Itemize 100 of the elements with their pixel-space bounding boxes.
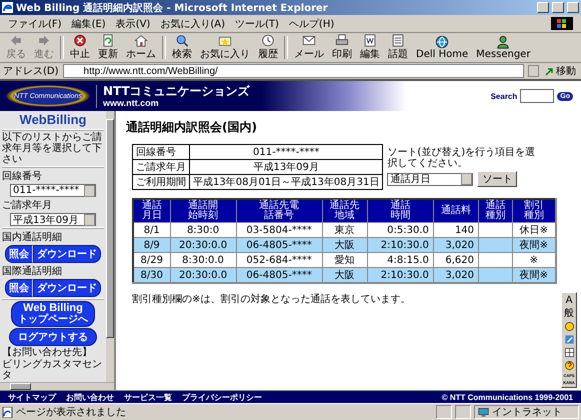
menu-item[interactable]: ツール(T) [235, 16, 279, 30]
table-cell: 大阪 [322, 238, 368, 252]
toolbar-button[interactable]: 編集 [356, 34, 384, 61]
toolbar-button[interactable]: 履歴 [254, 34, 282, 61]
column-header: 通話時間 [367, 199, 434, 222]
toolbar-button[interactable]: ホーム [122, 34, 160, 61]
brand-name: NTTコミュニケーションズ [103, 84, 250, 98]
table-cell: 06-4805-**** [236, 238, 322, 252]
menu-item[interactable]: お気に入り(A) [160, 16, 225, 30]
clock-icon [261, 34, 275, 47]
address-field[interactable]: http://www.ntt.com/WebBilling/ [62, 64, 524, 78]
search-icon [175, 34, 189, 47]
info-value: 011-****-**** [190, 144, 383, 160]
page-title: 通話明細内訳照会(国内) [126, 119, 258, 136]
section-label: 国内通話明細 [2, 230, 63, 244]
status-panel [455, 405, 471, 419]
stop-icon [73, 34, 87, 47]
section-label: 国際通話明細 [2, 264, 63, 278]
pencil-icon[interactable] [564, 334, 574, 345]
toolbar-button[interactable]: メール [290, 34, 328, 61]
right-arrow-icon [37, 34, 51, 47]
column-header: 通話開始時刻 [170, 199, 236, 222]
sort-select[interactable]: 通話月日 [387, 172, 474, 186]
status-text: ページが表示されました [16, 406, 127, 419]
browser-icon [2, 2, 13, 13]
table-cell: 3,020 [433, 268, 479, 283]
footer-link[interactable]: お問い合わせ [66, 392, 114, 402]
info-label: 回線番号 [132, 144, 190, 160]
field-label: 回線番号 [2, 170, 43, 183]
arrow-icon [545, 66, 554, 76]
table-cell: 8/9 [133, 238, 170, 252]
person-icon [496, 35, 510, 49]
table-cell: 8/30 [133, 268, 170, 283]
table-cell: 06-4805-**** [236, 268, 322, 283]
sort-button[interactable]: ソート [477, 171, 518, 187]
minimize-button[interactable] [537, 2, 549, 13]
refresh-icon [101, 34, 115, 47]
toolbar-button[interactable]: Messenger [472, 34, 534, 61]
go-button[interactable]: 移動 [543, 64, 578, 78]
menu-item[interactable]: ヘルプ(H) [288, 16, 334, 30]
printer-icon [335, 34, 349, 47]
instruction-text: 以下のリストからご請求年月等を選択して下さい [2, 132, 103, 165]
download-button[interactable]: ダウンロード [33, 245, 101, 263]
product-logo: WebBilling [20, 112, 86, 128]
contact-text: ビリングカスタマセンタ [2, 359, 103, 381]
window-title: Web Billing 通話明細内訳照会 - Microsoft Internet Explorer [16, 2, 329, 14]
toolbar-button[interactable]: 中止 [66, 34, 94, 61]
table-cell [478, 268, 512, 283]
column-header: 通話先地域 [322, 199, 368, 222]
info-label: ご利用期間 [132, 174, 190, 190]
help-icon[interactable] [564, 360, 574, 371]
windows-logo-icon [551, 17, 573, 30]
download-button[interactable]: ダウンロード [33, 279, 101, 297]
info-label: ご請求年月 [132, 160, 190, 174]
view-button[interactable]: 照会 [5, 245, 33, 263]
toolbar-button[interactable]: 検索 [168, 34, 196, 61]
table-cell: 20:30:0.0 [170, 268, 236, 283]
footer-link[interactable]: サイトマップ [8, 392, 56, 402]
table-cell: 夜間※ [512, 238, 556, 252]
table-cell: 大阪 [322, 268, 368, 283]
top-page-button[interactable]: Web Billing トップページへ [11, 301, 95, 327]
document-icon [363, 34, 377, 47]
footer-link[interactable]: プライバシーポリシー [182, 392, 262, 402]
column-header: 通話先電話番号 [236, 199, 322, 222]
toolbar-button[interactable]: Dell Home [412, 34, 472, 61]
menu-item[interactable]: 表示(V) [116, 16, 150, 30]
menu-item[interactable]: 編集(E) [72, 16, 106, 30]
table-cell: 夜間※ [512, 268, 556, 283]
copyright-text: © NTT Communications 1999-2001 [442, 392, 573, 402]
view-button[interactable]: 照会 [5, 279, 33, 297]
toolbar-button[interactable]: お気に入り [196, 34, 254, 61]
search-label: Search [490, 92, 518, 100]
toolbar-button[interactable]: 更新 [94, 34, 122, 61]
dictionary-button[interactable]: 般 [564, 308, 574, 319]
input-mode-button[interactable]: A [566, 295, 572, 306]
close-button[interactable] [567, 2, 579, 13]
info-value: 平成13年09月 [190, 160, 383, 174]
footnote-text: 割引種別欄の※は、割引の対象となった通話を表しています。 [132, 292, 410, 306]
left-arrow-icon [9, 34, 23, 47]
search-field[interactable] [520, 89, 554, 103]
grid-icon[interactable] [564, 347, 574, 358]
line-number-select[interactable]: 011-****-**** [10, 184, 96, 197]
home-icon [134, 34, 148, 47]
column-header: 通話種別 [478, 199, 512, 222]
toolbar-button[interactable]: 話題 [384, 34, 412, 61]
column-header: 通話月日 [133, 199, 170, 222]
site-url: www.ntt.com [103, 98, 160, 108]
field-label: ご請求年月 [2, 198, 53, 212]
maximize-button[interactable] [552, 2, 564, 13]
envelope-icon [302, 34, 316, 47]
notepad-icon [391, 34, 405, 47]
toolbar-button[interactable]: 印刷 [328, 34, 356, 61]
horizontal-scrollbar[interactable] [0, 382, 114, 390]
table-cell: 2:10:30.0 [367, 238, 434, 252]
logout-button[interactable]: ログアウトする [9, 328, 97, 346]
vertical-scrollbar[interactable] [106, 111, 114, 382]
billing-month-select[interactable]: 平成13年09月 [10, 213, 96, 226]
footer-link[interactable]: サービス一覧 [124, 392, 172, 402]
menu-item[interactable]: ファイル(F) [8, 16, 62, 30]
info-value: 平成13年08月01日～平成13年08月31日 [190, 174, 383, 190]
